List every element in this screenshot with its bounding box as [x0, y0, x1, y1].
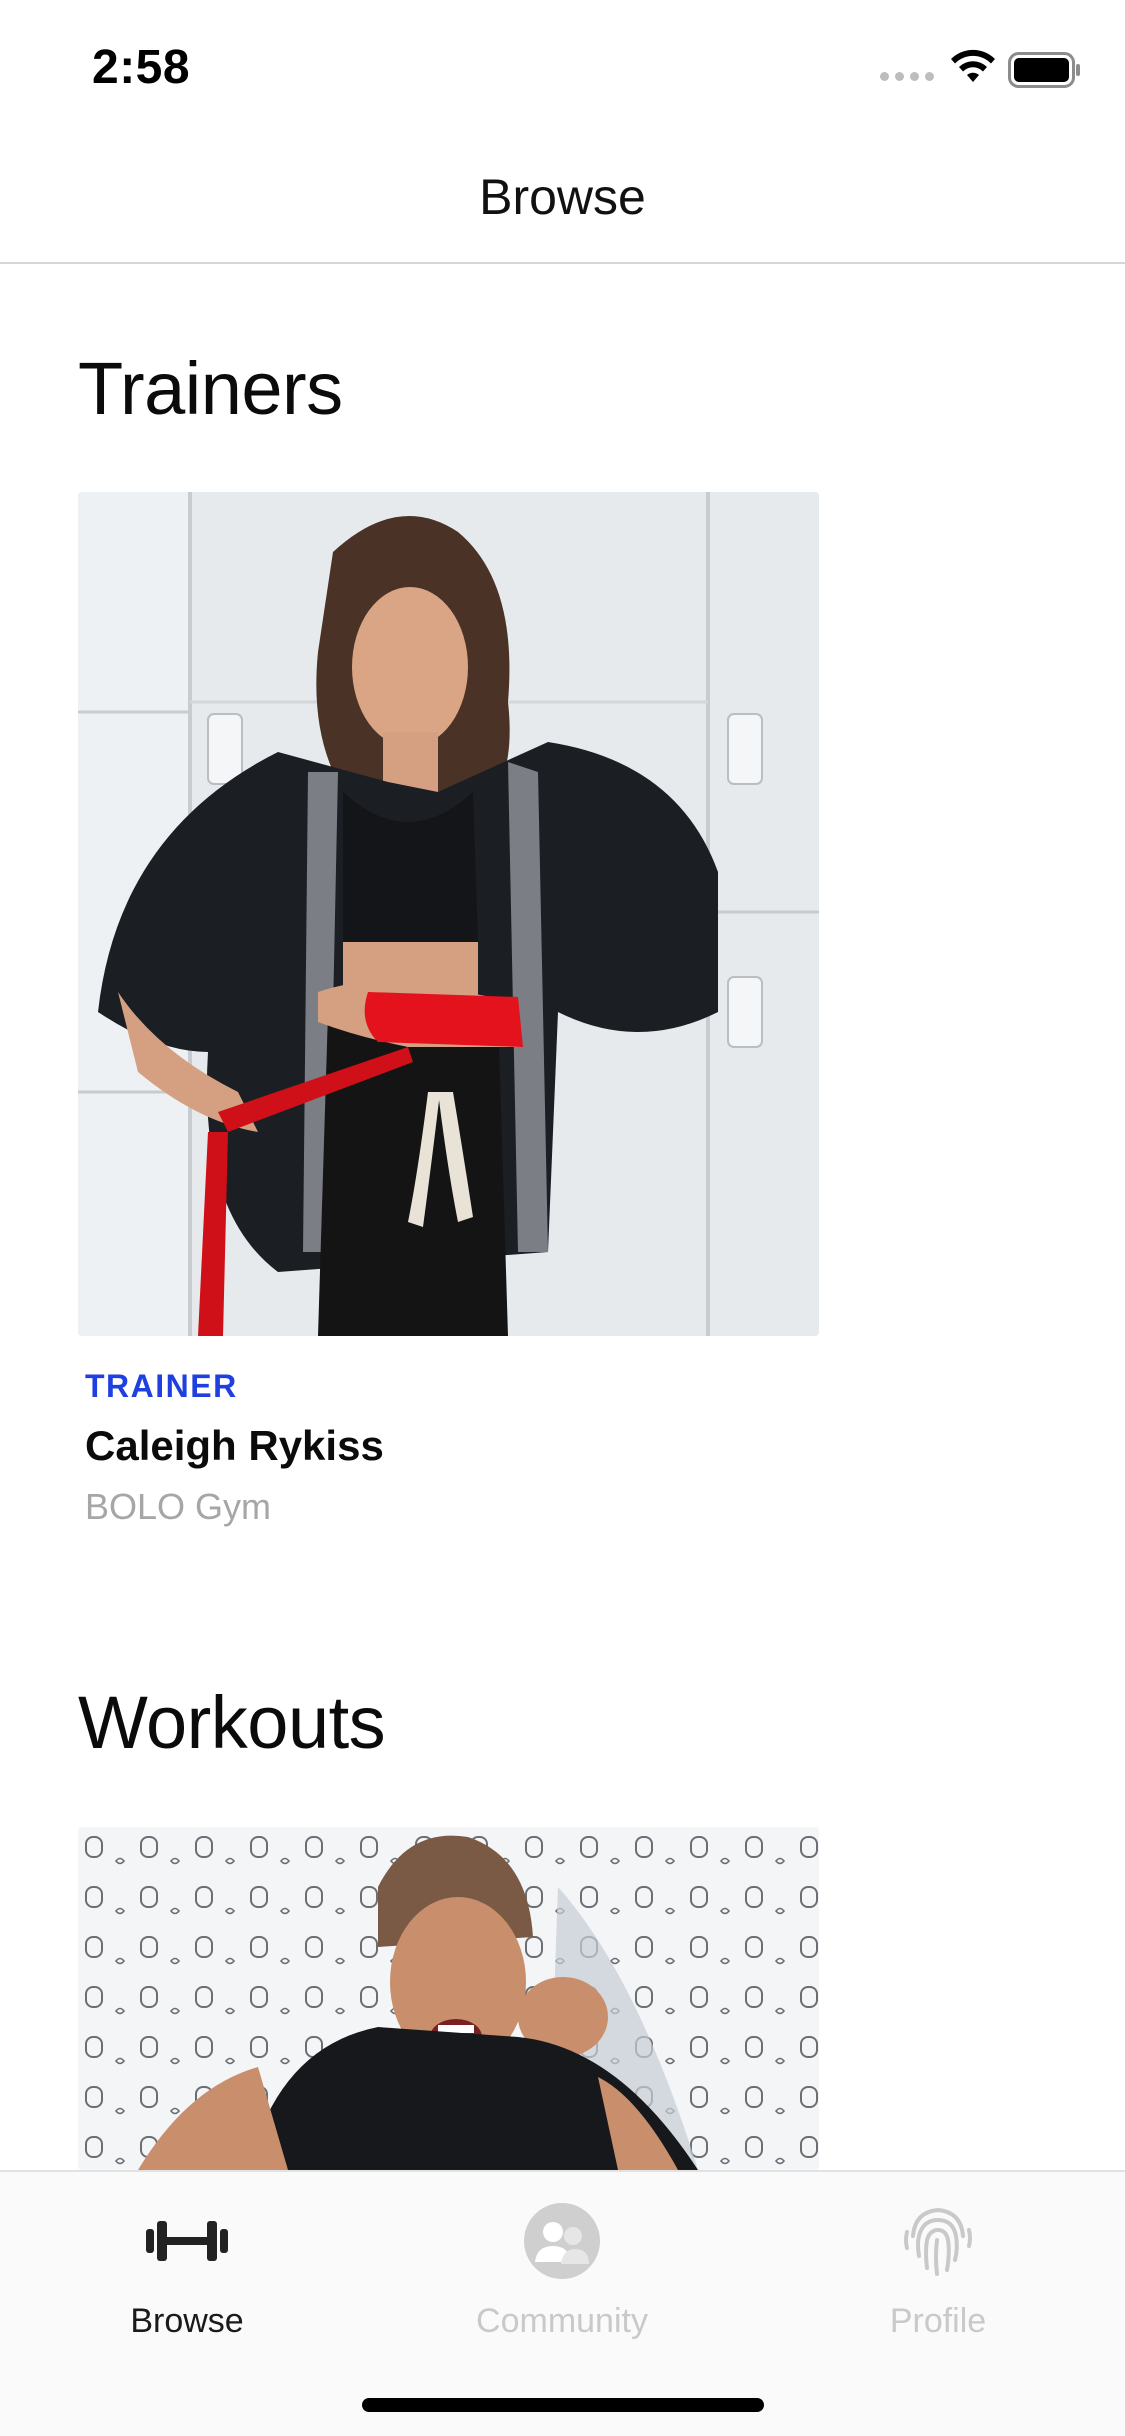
trainer-gym: BOLO Gym [85, 1486, 272, 1527]
dumbbell-icon [146, 2221, 228, 2261]
tab-profile-label: Profile [889, 2302, 987, 2340]
trainers-section-title: Trainers [78, 347, 343, 430]
workout-card-image[interactable] [78, 1827, 819, 2170]
tab-bar: Browse Community Profile [0, 2170, 1125, 2436]
cellular-signal-icon [880, 72, 934, 81]
trainer-photo [78, 492, 819, 1336]
trainer-card-image[interactable] [78, 492, 819, 1336]
tab-browse[interactable]: Browse [37, 2196, 337, 2341]
status-time: 2:58 [92, 41, 191, 94]
trainer-tag-label: TRAINER [85, 1368, 238, 1404]
community-icon [524, 2203, 600, 2279]
wifi-icon [951, 49, 995, 82]
tab-browse-label: Browse [130, 2302, 244, 2340]
tab-profile[interactable]: Profile [788, 2196, 1088, 2341]
trainer-name[interactable]: Caleigh Rykiss [85, 1422, 384, 1470]
status-bar: 2:58 [0, 0, 1125, 132]
battery-icon [1008, 52, 1080, 88]
tab-community-label: Community [476, 2302, 648, 2340]
fingerprint-icon [904, 2207, 972, 2276]
home-indicator[interactable] [362, 2398, 764, 2412]
tab-community[interactable]: Community [412, 2196, 712, 2341]
workouts-section-title: Workouts [78, 1681, 386, 1764]
workout-photo [78, 1827, 819, 2170]
navigation-bar: Browse [0, 132, 1125, 264]
page-title: Browse [479, 169, 646, 225]
